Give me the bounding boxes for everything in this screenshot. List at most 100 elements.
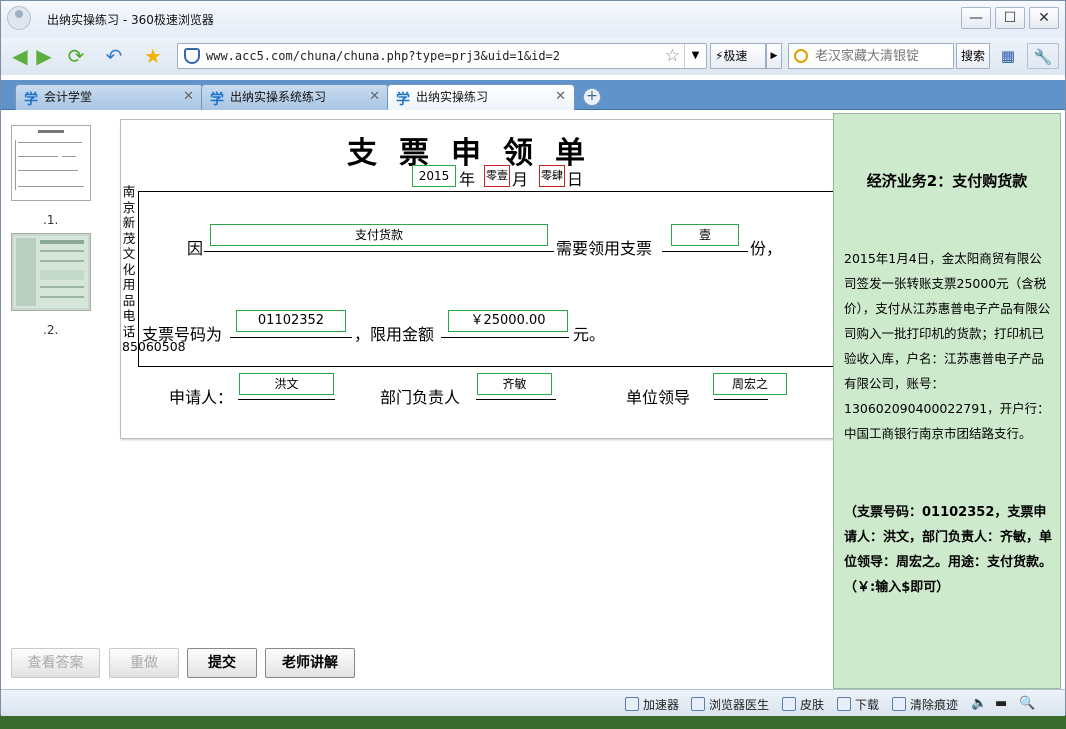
form-inner-frame <box>138 191 838 367</box>
tab-label: 出纳实操系统练习 <box>230 90 327 104</box>
clear-label: 清除痕迹 <box>910 698 959 712</box>
month-suffix: 月 <box>512 170 529 189</box>
minimize-button[interactable]: — <box>961 7 991 29</box>
close-button[interactable]: ✕ <box>1029 7 1059 29</box>
undo-icon[interactable]: ↶ <box>101 43 127 69</box>
bookmark-star-icon[interactable]: ☆ <box>665 46 680 66</box>
tab-close-icon[interactable]: ✕ <box>183 85 194 109</box>
tab-bar: 学 会计学堂 ✕ 学 出纳实操系统练习 ✕ 学 出纳实操练习 ✕ + <box>1 80 1065 110</box>
tab-chuna-system[interactable]: 学 出纳实操系统练习 ✕ <box>201 84 389 110</box>
favorite-star-icon[interactable]: ★ <box>140 43 166 69</box>
applicant-label: 申请人： <box>169 388 234 407</box>
vertical-side-text: 南京新茂文化用品电话85060508 <box>122 184 186 354</box>
tab-label: 出纳实操练习 <box>416 90 489 104</box>
skin-label: 皮肤 <box>800 698 825 712</box>
applicant-field[interactable]: 洪文 <box>239 373 334 395</box>
broom-icon <box>892 697 906 711</box>
speed-mode-button[interactable]: ⚡极速 <box>710 43 766 69</box>
title-bar: 出纳实操练习 - 360极速浏览器 — ☐ ✕ <box>1 1 1065 37</box>
accelerator-label: 加速器 <box>643 698 680 712</box>
task-note: （支票号码：01102352，支票申请人：洪文，部门负责人：齐敏，单位领导：周宏… <box>844 505 1053 595</box>
tools-wrench-icon[interactable]: 🔧 <box>1027 43 1059 69</box>
xue-icon: 学 <box>24 92 38 108</box>
skin-icon <box>782 697 796 711</box>
status-bar: 加速器 浏览器医生 皮肤 下载 清除痕迹 🔈 ▬ 🔍 <box>1 689 1065 716</box>
amount-field[interactable]: ￥25000.00 <box>448 310 568 332</box>
thumbnail-2[interactable] <box>11 233 91 311</box>
amount-underline <box>441 337 569 338</box>
tab-kuaijixuetang[interactable]: 学 会计学堂 ✕ <box>15 84 203 110</box>
browser-doctor-button[interactable]: 浏览器医生 <box>691 696 769 713</box>
address-dropdown-icon[interactable]: ▼ <box>684 44 706 68</box>
thumbnail-1[interactable] <box>11 125 91 201</box>
search-input[interactable] <box>815 47 949 65</box>
tab-close-icon[interactable]: ✕ <box>369 85 380 109</box>
day-suffix: 日 <box>567 170 584 189</box>
search-box <box>788 43 954 69</box>
reason-prefix: 因 <box>187 239 204 258</box>
check-no-field[interactable]: 01102352 <box>236 310 346 332</box>
leader-label: 单位领导 <box>626 388 691 407</box>
need-label: 需要领用支票 <box>556 239 653 258</box>
download-icon <box>837 697 851 711</box>
new-tab-icon[interactable]: + <box>583 88 601 106</box>
accelerator-button[interactable]: 加速器 <box>625 696 679 713</box>
accelerator-icon <box>625 697 639 711</box>
view-answer-button[interactable]: 查看答案 <box>11 648 100 678</box>
clear-traces-button[interactable]: 清除痕迹 <box>892 696 958 713</box>
skin-button[interactable]: 皮肤 <box>782 696 824 713</box>
refresh-icon[interactable]: ⟳ <box>63 43 89 69</box>
window-title: 出纳实操练习 - 360极速浏览器 <box>47 13 214 27</box>
redo-button[interactable]: 重做 <box>109 648 179 678</box>
task-description-panel: 经济业务2：支付购货款 2015年1月4日，金太阳商贸有限公司签发一张转账支票2… <box>833 113 1061 689</box>
search-engine-icon <box>794 49 808 63</box>
dept-head-field[interactable]: 齐敏 <box>477 373 552 395</box>
doctor-icon <box>691 697 705 711</box>
speed-dropdown-icon[interactable]: ▶ <box>766 43 782 69</box>
task-title: 经济业务2：支付购货款 <box>866 172 1028 190</box>
limit-label: ，限用金额 <box>354 325 435 344</box>
dept-head-label: 部门负责人 <box>380 388 461 407</box>
leader-field[interactable]: 周宏之 <box>713 373 787 395</box>
form-title: 支票申领单 <box>347 136 607 171</box>
quantity-suffix: 份， <box>750 239 783 258</box>
leader-underline <box>714 399 768 400</box>
year-suffix: 年 <box>459 170 476 189</box>
address-url[interactable]: www.acc5.com/chuna/chuna.php?type=prj3&u… <box>206 49 560 63</box>
day-field[interactable]: 零肆 <box>539 165 565 187</box>
download-button[interactable]: 下载 <box>837 696 879 713</box>
quantity-underline <box>662 251 748 252</box>
tab-label: 会计学堂 <box>44 90 93 104</box>
amount-suffix: 元。 <box>573 325 606 344</box>
thumbnail-1-label: .1. <box>43 213 59 227</box>
window-controls: — ☐ ✕ <box>961 7 1059 29</box>
keyboard-icon[interactable]: ▬ <box>995 696 1007 711</box>
extensions-grid-icon[interactable]: ▦ <box>995 43 1021 69</box>
check-no-label: 支票号码为 <box>142 325 223 344</box>
teacher-explain-button[interactable]: 老师讲解 <box>265 648 355 678</box>
navigation-bar: ◀ ▶ ⟳ ↶ ★ www.acc5.com/chuna/chuna.php?t… <box>1 37 1065 75</box>
maximize-button[interactable]: ☐ <box>995 7 1025 29</box>
submit-button[interactable]: 提交 <box>187 648 257 678</box>
search-button[interactable]: 搜索 <box>956 43 990 69</box>
reason-field[interactable]: 支付货款 <box>210 224 548 246</box>
doctor-label: 浏览器医生 <box>709 698 770 712</box>
month-field[interactable]: 零壹 <box>484 165 510 187</box>
tab-close-icon[interactable]: ✕ <box>555 85 566 109</box>
download-label: 下载 <box>855 698 880 712</box>
user-avatar-icon[interactable] <box>7 6 31 30</box>
year-field[interactable]: 2015 <box>412 165 456 187</box>
task-body: 2015年1月4日，金太阳商贸有限公司签发一张转账支票25000元（含税价），支… <box>844 251 1051 441</box>
address-bar[interactable]: www.acc5.com/chuna/chuna.php?type=prj3&u… <box>177 43 707 69</box>
zoom-icon[interactable]: 🔍 <box>1019 696 1035 711</box>
thumbnail-2-label: .2. <box>43 323 59 337</box>
quantity-field[interactable]: 壹 <box>671 224 739 246</box>
forward-icon[interactable]: ▶ <box>31 43 57 69</box>
tab-chuna-practice[interactable]: 学 出纳实操练习 ✕ <box>387 84 575 110</box>
back-icon[interactable]: ◀ <box>7 43 33 69</box>
applicant-underline <box>238 399 335 400</box>
volume-icon[interactable]: 🔈 <box>971 696 987 711</box>
reason-underline <box>204 251 554 252</box>
xue-icon: 学 <box>396 92 410 108</box>
xue-icon: 学 <box>210 92 224 108</box>
